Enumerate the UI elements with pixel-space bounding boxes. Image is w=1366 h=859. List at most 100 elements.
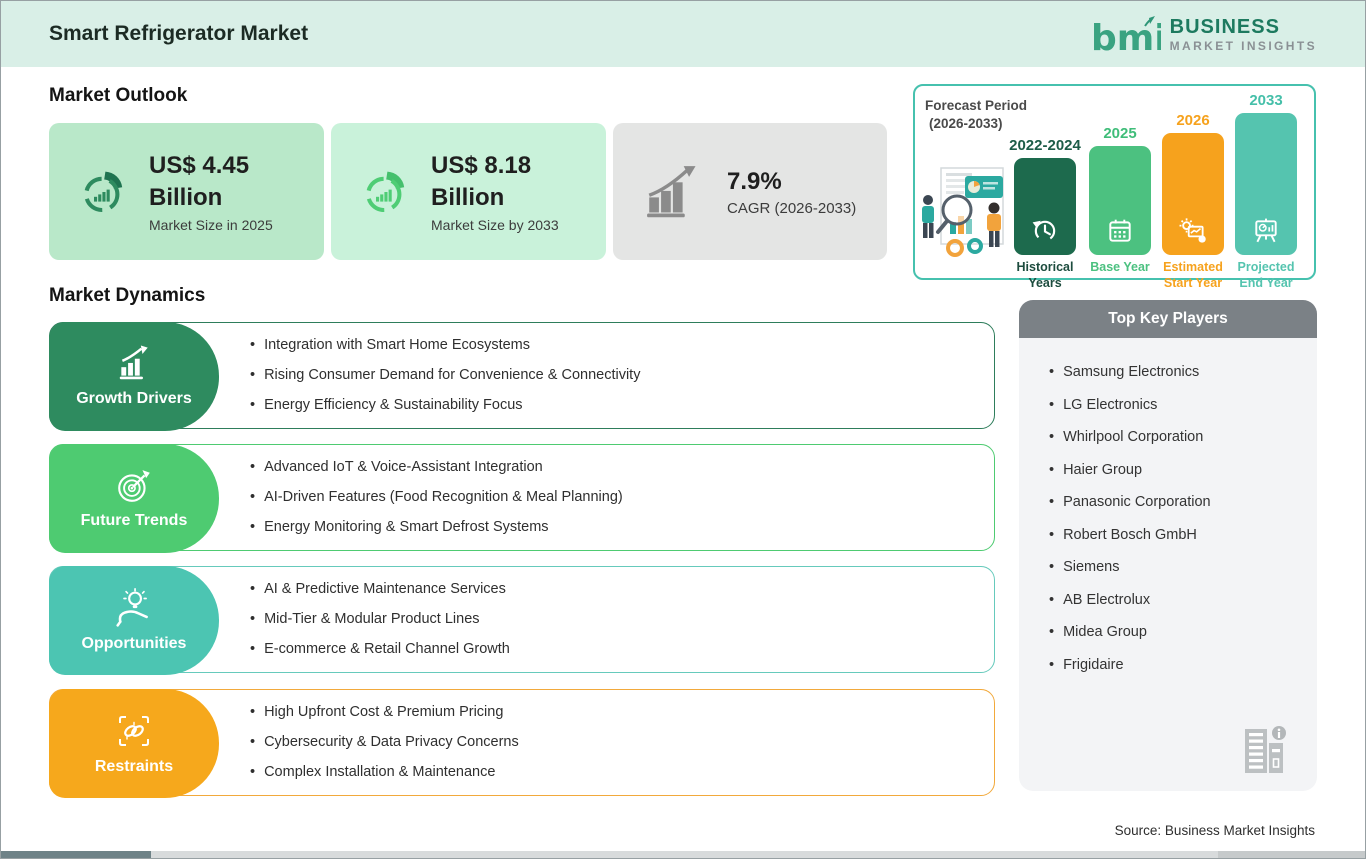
target-icon	[118, 470, 150, 502]
horizontal-scrollbar[interactable]	[1, 851, 1365, 858]
gear-chart-icon	[1179, 218, 1206, 243]
row-label-badge: Future Trends	[49, 444, 219, 553]
stat-value: US$ 4.45	[149, 152, 250, 180]
key-players-panel: Top Key Players Samsung Electronics LG El…	[1019, 300, 1317, 791]
stat-card-cagr: 7.9% CAGR (2026-2033)	[613, 123, 887, 260]
top-header: Smart Refrigerator Market bmi BUSINESS M…	[1, 1, 1365, 67]
scrollbar-corner	[1218, 851, 1365, 858]
stat-caption: Market Size in 2025	[149, 216, 273, 233]
chain-link-icon	[119, 716, 149, 746]
stat-unit: Billion	[431, 183, 505, 211]
growth-chart-icon	[119, 345, 148, 380]
logo-business-text: BUSINESS	[1169, 16, 1280, 39]
key-players-title: Top Key Players	[1108, 310, 1228, 327]
bar-caption: Projected End Year	[1237, 260, 1295, 290]
history-clock-icon	[1032, 220, 1056, 242]
player-item: Robert Bosch GmbH	[1049, 527, 1307, 543]
stat-value: US$ 8.18	[431, 152, 532, 180]
calendar-icon	[1109, 219, 1131, 242]
stat-caption: CAGR (2026-2033)	[727, 199, 857, 217]
dynamics-row-restraints: Restraints High Upfront Cost & Premium P…	[49, 689, 995, 798]
bullet-list: AI & Predictive Maintenance Services Mid-…	[250, 567, 994, 672]
scrollbar-thumb[interactable]	[1, 851, 151, 858]
bullet-item: Rising Consumer Demand for Convenience &…	[250, 366, 994, 385]
player-item: Samsung Electronics	[1049, 364, 1307, 380]
bar-caption: Estimated Start Year	[1163, 260, 1223, 290]
stat-value: 7.9%	[727, 168, 782, 196]
forecast-title: Forecast Period	[925, 98, 1028, 113]
dynamics-row-future-trends: Future Trends Advanced IoT & Voice-Assis…	[49, 444, 995, 553]
stat-cards: US$ 4.45 Billion Market Size in 2025 US$…	[49, 123, 887, 260]
bullet-item: E-commerce & Retail Channel Growth	[250, 640, 994, 659]
forecast-bar-projected	[1235, 113, 1297, 255]
player-item: LG Electronics	[1049, 397, 1307, 413]
stat-card-2033: US$ 8.18 Billion Market Size by 2033	[331, 123, 606, 260]
dynamics-row-growth-drivers: Growth Drivers Integration with Smart Ho…	[49, 322, 995, 431]
growth-arrow-icon	[647, 165, 696, 217]
building-icon	[1245, 726, 1286, 773]
bullet-item: Energy Efficiency & Sustainability Focus	[250, 396, 994, 415]
player-item: Haier Group	[1049, 462, 1307, 478]
forecast-bar-historical	[1014, 158, 1076, 255]
bullet-item: Energy Monitoring & Smart Defrost System…	[250, 518, 994, 537]
row-label: Restraints	[94, 758, 174, 775]
row-label-badge: Growth Drivers	[49, 322, 219, 431]
bar-year-label: 2033	[1249, 92, 1283, 109]
presentation-board-icon	[1255, 218, 1277, 243]
page-title: Smart Refrigerator Market	[49, 22, 309, 45]
hand-bulb-icon	[116, 588, 148, 627]
donut-chart-icon	[366, 171, 405, 212]
bullet-item: Mid-Tier & Modular Product Lines	[250, 610, 994, 629]
bar-caption: Base Year	[1090, 260, 1150, 274]
key-players-header: Top Key Players	[1019, 300, 1317, 338]
logo-market-insights-text: MARKET INSIGHTS	[1169, 39, 1317, 54]
row-label: Future Trends	[80, 512, 188, 529]
bullet-item: Integration with Smart Home Ecosystems	[250, 336, 994, 355]
bmi-logo: bmi BUSINESS MARKET INSIGHTS	[1089, 12, 1317, 58]
stat-text: US$ 4.45 Billion Market Size in 2025	[149, 150, 273, 232]
bar-year-label: 2022-2024	[1009, 137, 1081, 154]
dynamics-row-opportunities: Opportunities AI & Predictive Maintenanc…	[49, 566, 995, 675]
stat-caption: Market Size by 2033	[431, 216, 559, 233]
stat-unit: Billion	[149, 183, 223, 211]
market-dynamics-heading: Market Dynamics	[49, 285, 206, 306]
key-players-list: Samsung Electronics LG Electronics Whirlpo…	[1019, 338, 1317, 673]
bar-year-label: 2025	[1103, 125, 1137, 142]
bullet-list: Integration with Smart Home Ecosystems Ri…	[250, 323, 994, 428]
source-note: Source: Business Market Insights	[1114, 823, 1315, 838]
analytics-illustration	[922, 167, 1004, 257]
donut-chart-icon	[84, 171, 123, 212]
player-item: AB Electrolux	[1049, 592, 1307, 608]
svg-text:bmi: bmi	[1091, 18, 1161, 58]
stat-card-2025: US$ 4.45 Billion Market Size in 2025	[49, 123, 324, 260]
player-item: Siemens	[1049, 559, 1307, 575]
page: Smart Refrigerator Market bmi BUSINESS M…	[0, 0, 1366, 859]
bullet-item: Cybersecurity & Data Privacy Concerns	[250, 733, 994, 752]
row-label-badge: Opportunities	[49, 566, 219, 675]
forecast-subtitle: (2026-2033)	[929, 116, 1003, 131]
logo-wordmark: BUSINESS MARKET INSIGHTS	[1170, 17, 1317, 53]
player-item: Whirlpool Corporation	[1049, 429, 1307, 445]
stat-text: US$ 8.18 Billion Market Size by 2033	[431, 150, 559, 232]
player-item: Midea Group	[1049, 624, 1307, 640]
stat-text: 7.9% CAGR (2026-2033)	[727, 166, 856, 216]
bullet-item: Advanced IoT & Voice-Assistant Integrati…	[250, 458, 994, 477]
market-outlook-heading: Market Outlook	[49, 85, 188, 106]
player-item: Frigidaire	[1049, 657, 1307, 673]
bullet-item: High Upfront Cost & Premium Pricing	[250, 703, 994, 722]
player-item: Panasonic Corporation	[1049, 494, 1307, 510]
bullet-item: AI-Driven Features (Food Recognition & M…	[250, 488, 994, 507]
forecast-period-chart: Forecast Period (2026-2033) 2022-2024 20…	[913, 84, 1316, 290]
bullet-item: AI & Predictive Maintenance Services	[250, 580, 994, 599]
forecast-bar-estimated	[1162, 133, 1224, 255]
bullet-list: High Upfront Cost & Premium Pricing Cyber…	[250, 690, 994, 795]
row-label: Opportunities	[81, 635, 187, 652]
bullet-list: Advanced IoT & Voice-Assistant Integrati…	[250, 445, 994, 550]
row-label: Growth Drivers	[76, 390, 192, 407]
row-label-badge: Restraints	[49, 689, 219, 798]
bullet-item: Complex Installation & Maintenance	[250, 763, 994, 782]
logo-mark-icon: bmi	[1091, 16, 1161, 58]
forecast-bar-base	[1089, 146, 1151, 255]
bar-caption: Historical Years	[1016, 260, 1074, 290]
bar-year-label: 2026	[1176, 112, 1210, 129]
